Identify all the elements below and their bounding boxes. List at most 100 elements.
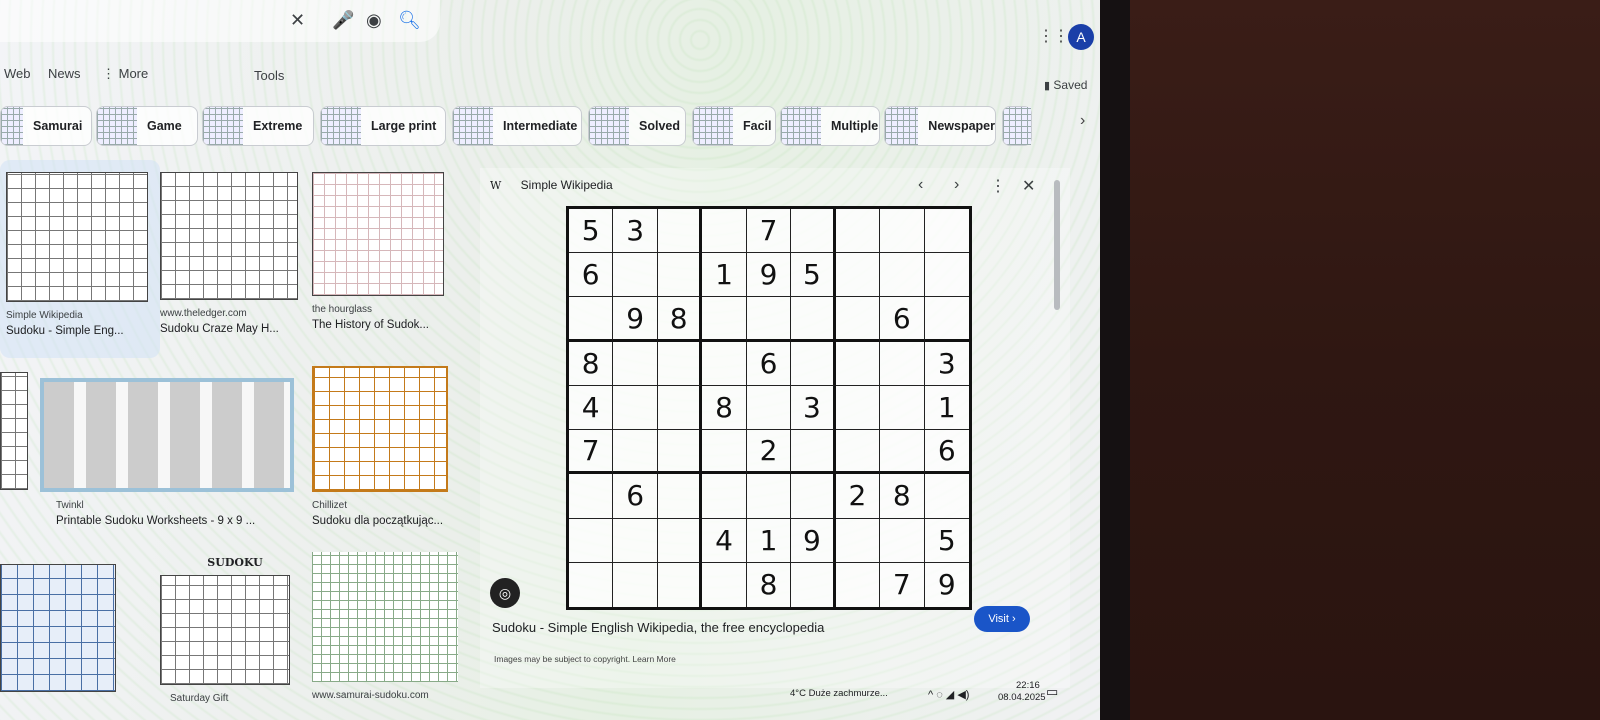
sudoku-cell	[657, 209, 703, 254]
chip-newspaper[interactable]: Newspaper	[884, 106, 996, 146]
saved-link[interactable]: ▮ Saved	[1044, 78, 1087, 92]
sudoku-cell	[880, 518, 925, 563]
chip-facil[interactable]: Facil	[692, 106, 776, 146]
chevron-right-icon[interactable]: ›	[1080, 112, 1085, 130]
clear-search-icon[interactable]: ✕	[290, 10, 305, 31]
clock-time[interactable]: 22:16	[1016, 680, 1040, 691]
sudoku-cell: 2	[835, 474, 881, 519]
chip-multiple[interactable]: Multiple	[780, 106, 880, 146]
sudoku-cell: 6	[613, 474, 658, 519]
scrollbar[interactable]	[1054, 180, 1060, 310]
more-options-icon[interactable]: ⋮	[990, 176, 1006, 196]
chip-label: Intermediate	[503, 119, 578, 133]
result-title: Sudoku dla początkując...	[312, 515, 444, 527]
thumbnail-heading: SUDOKU	[207, 556, 263, 569]
chip-thumbnail	[885, 107, 919, 145]
sudoku-cell: 3	[791, 385, 836, 431]
result-thumbnail	[0, 372, 28, 490]
chip-intermediate[interactable]: Intermediate	[452, 106, 582, 146]
sudoku-cell	[613, 518, 658, 563]
lens-search-icon[interactable]: ◉	[366, 10, 382, 31]
tab-news[interactable]: News	[48, 66, 81, 81]
sudoku-cell: 5	[569, 209, 614, 254]
notifications-icon[interactable]: ▭	[1046, 684, 1058, 700]
chip-more[interactable]	[1002, 106, 1032, 146]
image-result[interactable]	[0, 564, 118, 692]
preview-title[interactable]: Sudoku - Simple English Wikipedia, the f…	[492, 620, 824, 635]
chip-solved[interactable]: Solved	[588, 106, 686, 146]
image-result[interactable]: SUDOKU Saturday Gift	[160, 556, 310, 704]
image-result[interactable]: the hourglass The History of Sudok...	[312, 172, 462, 331]
chip-thumbnail	[321, 107, 361, 145]
sudoku-cell	[791, 474, 836, 519]
wikipedia-logo-icon: W	[490, 179, 502, 192]
image-result[interactable]: www.samurai-sudoku.com	[312, 552, 462, 701]
sudoku-cell: 6	[880, 297, 925, 342]
result-title: The History of Sudok...	[312, 319, 429, 331]
chip-extreme[interactable]: Extreme	[202, 106, 314, 146]
sudoku-cell	[613, 562, 658, 607]
system-tray-icons[interactable]: ^ ◌ ◢ ◀)	[928, 688, 969, 701]
preview-source[interactable]: W Simple Wikipedia	[490, 178, 613, 192]
sudoku-cell	[924, 297, 969, 342]
avatar[interactable]: A	[1068, 24, 1094, 50]
sudoku-cell: 9	[937, 568, 956, 602]
sudoku-cell: 5	[924, 519, 969, 563]
result-source: the hourglass	[312, 304, 373, 315]
image-result[interactable]: www.theledger.com Sudoku Craze May H...	[160, 172, 310, 335]
sudoku-cell: 7	[569, 430, 614, 475]
result-thumbnail	[312, 552, 458, 682]
chip-thumbnail	[453, 107, 493, 145]
result-thumbnail	[40, 378, 294, 492]
sudoku-cell: 7	[880, 562, 925, 607]
monitor-bezel	[1100, 0, 1130, 720]
chip-label: Solved	[639, 119, 680, 133]
next-icon[interactable]: ›	[954, 176, 959, 194]
sudoku-cell	[835, 209, 881, 254]
sudoku-cell	[924, 209, 969, 254]
chip-samurai[interactable]: Samurai	[0, 106, 92, 146]
sudoku-cell	[791, 297, 836, 342]
result-thumbnail	[160, 172, 298, 300]
image-result[interactable]	[0, 372, 30, 490]
voice-search-icon[interactable]: 🎤	[332, 10, 354, 31]
sudoku-cell: 9	[613, 297, 658, 342]
sudoku-cell	[835, 297, 881, 342]
search-bar[interactable]: ✕ 🎤 ◉ 🔍︎	[0, 0, 440, 42]
google-lens-icon[interactable]: ◎	[490, 578, 520, 608]
sudoku-cell: 8	[747, 562, 792, 607]
sudoku-cell: 9	[791, 518, 836, 563]
weather-widget[interactable]: 4°C Duże zachmurze...	[790, 688, 888, 699]
clock-date[interactable]: 08.04.2025	[998, 692, 1046, 703]
tab-more[interactable]: ⋮ More	[102, 66, 148, 82]
image-result[interactable]: Chillizet Sudoku dla początkując...	[312, 366, 462, 527]
sudoku-cell	[657, 430, 703, 475]
chip-thumbnail	[203, 107, 243, 145]
result-title: Printable Sudoku Worksheets - 9 x 9 ...	[56, 515, 256, 527]
bookmark-icon: ▮	[1044, 80, 1051, 92]
sudoku-cell: 3	[613, 209, 658, 254]
result-source: Saturday Gift	[170, 693, 229, 704]
image-result[interactable]: Twinkl Printable Sudoku Worksheets - 9 x…	[40, 378, 310, 527]
chip-large-print[interactable]: Large print	[320, 106, 446, 146]
image-result[interactable]: Simple Wikipedia Sudoku - Simple Eng...	[6, 172, 156, 337]
search-icon[interactable]: 🔍︎	[398, 10, 421, 31]
sudoku-cell	[835, 430, 881, 475]
chip-label: Samurai	[33, 119, 83, 133]
sudoku-cell: 3	[924, 342, 969, 386]
sudoku-cell	[569, 518, 614, 563]
visit-button[interactable]: Visit ›	[974, 606, 1030, 632]
result-thumbnail	[160, 575, 290, 685]
close-icon[interactable]: ✕	[1022, 176, 1035, 196]
previous-icon[interactable]: ‹	[918, 176, 923, 194]
sudoku-cell	[791, 209, 836, 254]
tools-button[interactable]: Tools	[254, 68, 284, 83]
sudoku-cell	[702, 562, 747, 607]
sudoku-cell	[880, 385, 925, 431]
sudoku-cell	[702, 430, 747, 475]
chip-game[interactable]: Game	[96, 106, 198, 146]
tab-web[interactable]: Web	[4, 66, 31, 81]
sudoku-cell	[569, 474, 614, 519]
result-title: Sudoku - Simple Eng...	[6, 325, 124, 337]
copyright-notice: Images may be subject to copyright. Lear…	[494, 654, 676, 664]
